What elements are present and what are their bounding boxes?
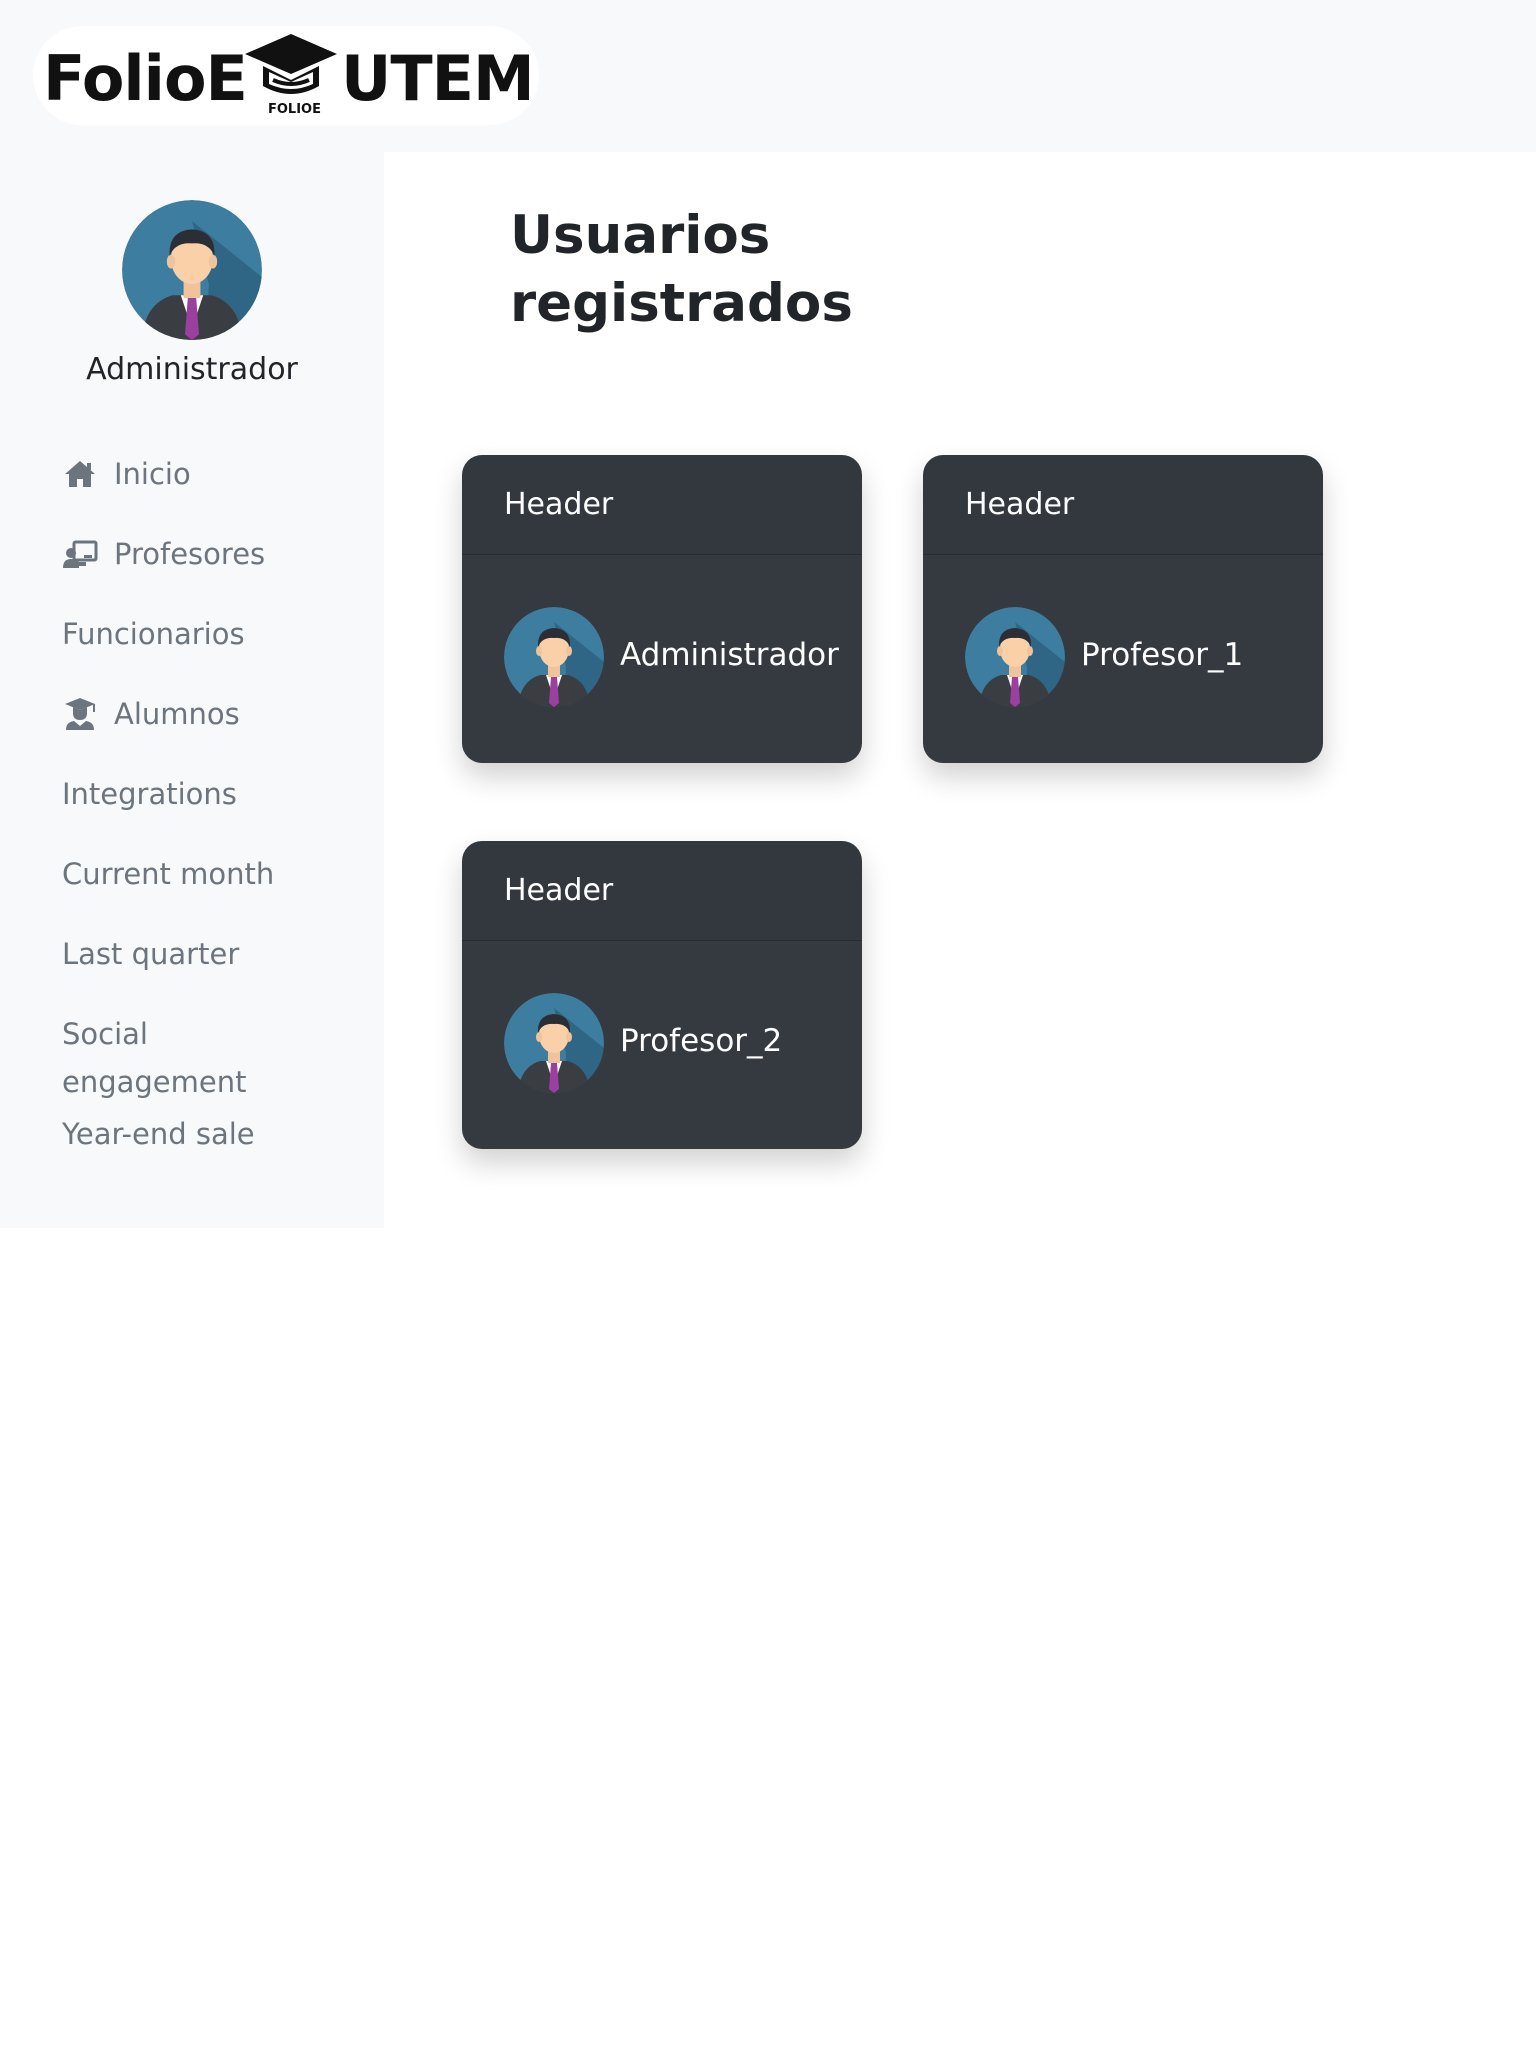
- profile-name: Administrador: [86, 352, 298, 387]
- logo-brand-small: FOLIOE: [268, 102, 321, 117]
- sidebar-item-label: Funcionarios: [62, 617, 245, 651]
- user-name: Profesor_1: [1081, 637, 1244, 673]
- sidebar-item-profesores[interactable]: Profesores: [62, 530, 372, 610]
- sidebar-item-label: Inicio: [114, 457, 191, 491]
- card-body: Administrador: [462, 555, 862, 763]
- sidebar-item-integrations[interactable]: Integrations: [62, 770, 372, 850]
- user-card[interactable]: Header Profesor_2: [462, 841, 862, 1149]
- user-avatar: [965, 607, 1065, 707]
- sidebar-item-funcionarios[interactable]: Funcionarios: [62, 610, 372, 690]
- sidebar-item-inicio[interactable]: Inicio: [62, 450, 372, 530]
- logo-brand-right: UTEM: [341, 42, 535, 115]
- user-graduate-icon: [62, 690, 102, 738]
- logo-brand-left: FolioE: [43, 42, 248, 115]
- sidebar-item-social-engagement[interactable]: Social engagement: [62, 1010, 372, 1110]
- card-body: Profesor_2: [462, 941, 862, 1149]
- sidebar-item-label: Last quarter: [62, 937, 240, 971]
- user-avatar: [504, 607, 604, 707]
- user-name: Administrador: [620, 637, 839, 673]
- sidebar-item-label: Year-end sale: [62, 1117, 255, 1151]
- logo[interactable]: FolioE FOLIOE UTEM: [33, 26, 539, 125]
- sidebar-item-label: Integrations: [62, 777, 237, 811]
- sidebar-item-label: Profesores: [114, 537, 266, 571]
- sidebar-item-label: Current month: [62, 857, 275, 891]
- sidebar-nav: Inicio Profesores Funcionarios Alumnos I…: [62, 450, 372, 1190]
- user-avatar: [504, 993, 604, 1093]
- home-icon: [62, 450, 102, 498]
- top-bar: FolioE FOLIOE UTEM: [0, 0, 1536, 152]
- page-title: Usuarios registrados: [510, 205, 853, 334]
- card-header: Header: [923, 455, 1323, 555]
- card-header: Header: [462, 455, 862, 555]
- user-name: Profesor_2: [620, 1023, 783, 1059]
- sidebar-item-label: Alumnos: [114, 697, 240, 731]
- chalkboard-teacher-icon: [62, 530, 102, 578]
- sidebar-item-year-end-sale[interactable]: Year-end sale: [62, 1110, 372, 1190]
- sidebar-item-last-quarter[interactable]: Last quarter: [62, 930, 372, 1010]
- sidebar-item-label: Social engagement: [62, 1017, 247, 1099]
- sidebar-item-alumnos[interactable]: Alumnos: [62, 690, 372, 770]
- user-card[interactable]: Header Profesor_1: [923, 455, 1323, 763]
- card-header: Header: [462, 841, 862, 941]
- user-avatar[interactable]: [122, 200, 262, 340]
- sidebar-item-current-month[interactable]: Current month: [62, 850, 372, 930]
- sidebar: Administrador Inicio Profesores Funciona…: [0, 152, 384, 1228]
- user-card[interactable]: Header Administrador: [462, 455, 862, 763]
- card-body: Profesor_1: [923, 555, 1323, 763]
